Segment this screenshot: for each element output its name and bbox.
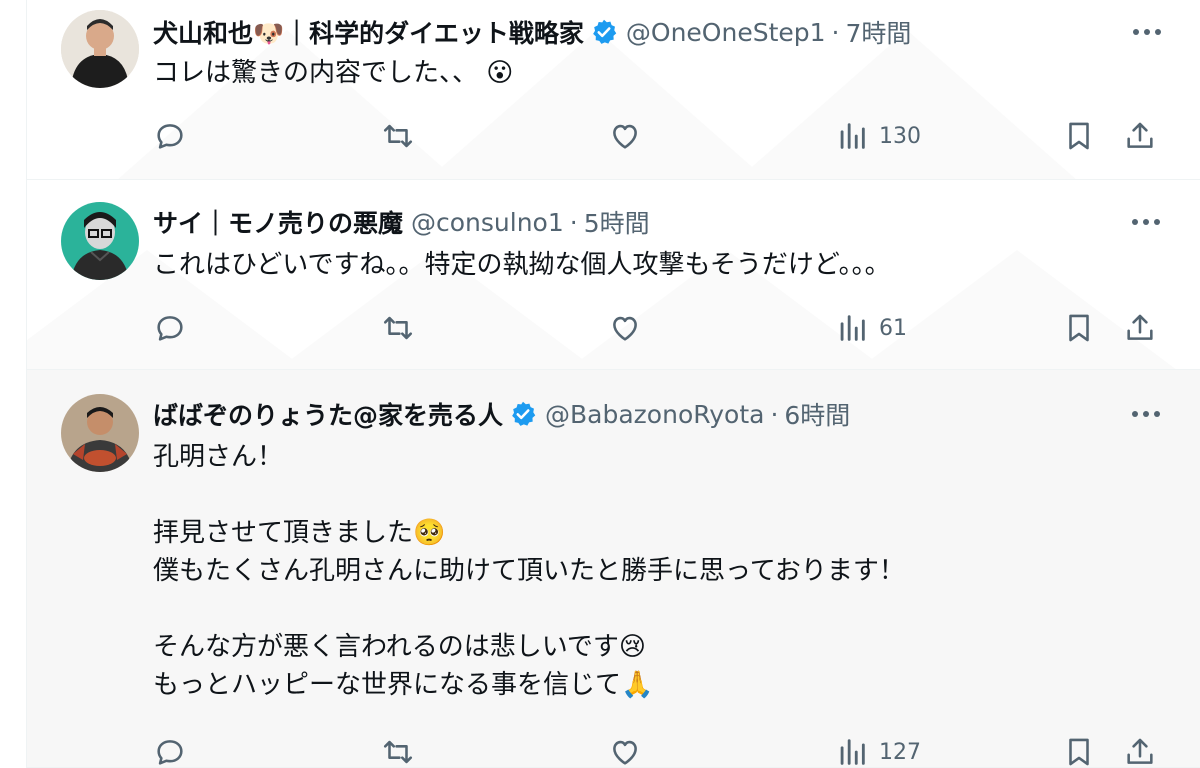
reply-button[interactable]: [153, 112, 187, 160]
avatar[interactable]: [61, 394, 139, 472]
timestamp[interactable]: 6時間: [784, 396, 850, 432]
share-icon: [1127, 738, 1153, 764]
tweet-actions: 130: [27, 112, 1200, 160]
display-name[interactable]: 犬山和也🐶｜科学的ダイエット戦略家: [153, 14, 584, 50]
share-button[interactable]: [1123, 728, 1157, 768]
like-icon: [613, 740, 637, 765]
user-handle[interactable]: @consulno1: [411, 208, 564, 237]
separator-dot: ·: [569, 207, 578, 237]
views-icon: [840, 123, 865, 149]
more-icon: [1133, 29, 1161, 35]
bookmark-button[interactable]: [1062, 112, 1096, 160]
reply-button[interactable]: [153, 728, 187, 768]
separator-dot: ·: [770, 399, 779, 429]
more-options-button[interactable]: [1126, 202, 1166, 242]
tweet-header: ばばぞのりょうた@家を売る人 @BabazonoRyota · 6時間: [153, 394, 850, 434]
like-icon: [613, 316, 637, 341]
more-options-button[interactable]: [1126, 394, 1166, 434]
verified-badge-icon[interactable]: [509, 400, 537, 428]
display-name[interactable]: ばばぞのりょうた@家を売る人: [153, 396, 503, 432]
views-button[interactable]: 61: [835, 304, 907, 352]
bookmark-button[interactable]: [1062, 728, 1096, 768]
display-name[interactable]: サイ｜モノ売りの悪魔: [153, 204, 403, 240]
user-handle[interactable]: @OneOneStep1: [626, 18, 826, 47]
more-options-button[interactable]: [1127, 12, 1167, 52]
bookmark-icon: [1069, 122, 1089, 150]
tweet-actions: 127: [27, 728, 1200, 768]
retweet-icon: [383, 740, 413, 764]
retweet-icon: [383, 316, 413, 340]
share-icon: [1127, 314, 1153, 340]
retweet-icon: [383, 124, 413, 148]
views-icon: [840, 315, 865, 341]
tweet-text: 孔明さん！ 拝見させて頂きました🥺 僕もたくさん孔明さんに助けて頂いたと勝手に思…: [153, 442, 905, 700]
timestamp[interactable]: 5時間: [584, 204, 650, 240]
tweet[interactable]: 犬山和也🐶｜科学的ダイエット戦略家 @OneOneStep1 · 7時間 コレは…: [27, 0, 1200, 180]
share-button[interactable]: [1123, 112, 1157, 160]
view-count: 127: [879, 739, 921, 765]
timestamp[interactable]: 7時間: [845, 14, 911, 50]
tweet-header: 犬山和也🐶｜科学的ダイエット戦略家 @OneOneStep1 · 7時間: [153, 12, 911, 52]
views-button[interactable]: 130: [835, 112, 921, 160]
tweet-header: サイ｜モノ売りの悪魔 @consulno1 · 5時間: [153, 202, 650, 242]
more-icon: [1132, 411, 1160, 417]
avatar[interactable]: [61, 202, 139, 280]
views-icon: [840, 739, 865, 765]
more-icon: [1132, 219, 1160, 225]
separator-dot: ·: [831, 17, 840, 47]
bookmark-button[interactable]: [1062, 304, 1096, 352]
tweet-text: これはひどいですね。。特定の執拗な個人攻撃もそうだけど。。。: [153, 250, 891, 280]
like-icon: [613, 124, 637, 149]
verified-badge-icon[interactable]: [590, 18, 618, 46]
bookmark-icon: [1069, 314, 1089, 342]
view-count: 130: [879, 123, 921, 149]
share-button[interactable]: [1123, 304, 1157, 352]
like-button[interactable]: [608, 112, 642, 160]
views-button[interactable]: 127: [835, 728, 921, 768]
view-count: 61: [879, 315, 907, 341]
reply-icon: [157, 124, 183, 149]
bookmark-icon: [1069, 738, 1089, 766]
avatar[interactable]: [61, 10, 139, 88]
timeline-feed: 犬山和也🐶｜科学的ダイエット戦略家 @OneOneStep1 · 7時間 コレは…: [26, 0, 1200, 768]
reply-button[interactable]: [153, 304, 187, 352]
retweet-button[interactable]: [381, 728, 415, 768]
reply-icon: [157, 316, 183, 341]
like-button[interactable]: [608, 728, 642, 768]
like-button[interactable]: [608, 304, 642, 352]
retweet-button[interactable]: [381, 304, 415, 352]
user-handle[interactable]: @BabazonoRyota: [545, 400, 764, 429]
retweet-button[interactable]: [381, 112, 415, 160]
tweet-actions: 61: [27, 304, 1200, 352]
tweet-text: コレは驚きの内容でした、、 😮: [153, 58, 514, 88]
reply-icon: [157, 740, 183, 765]
share-icon: [1127, 122, 1153, 148]
